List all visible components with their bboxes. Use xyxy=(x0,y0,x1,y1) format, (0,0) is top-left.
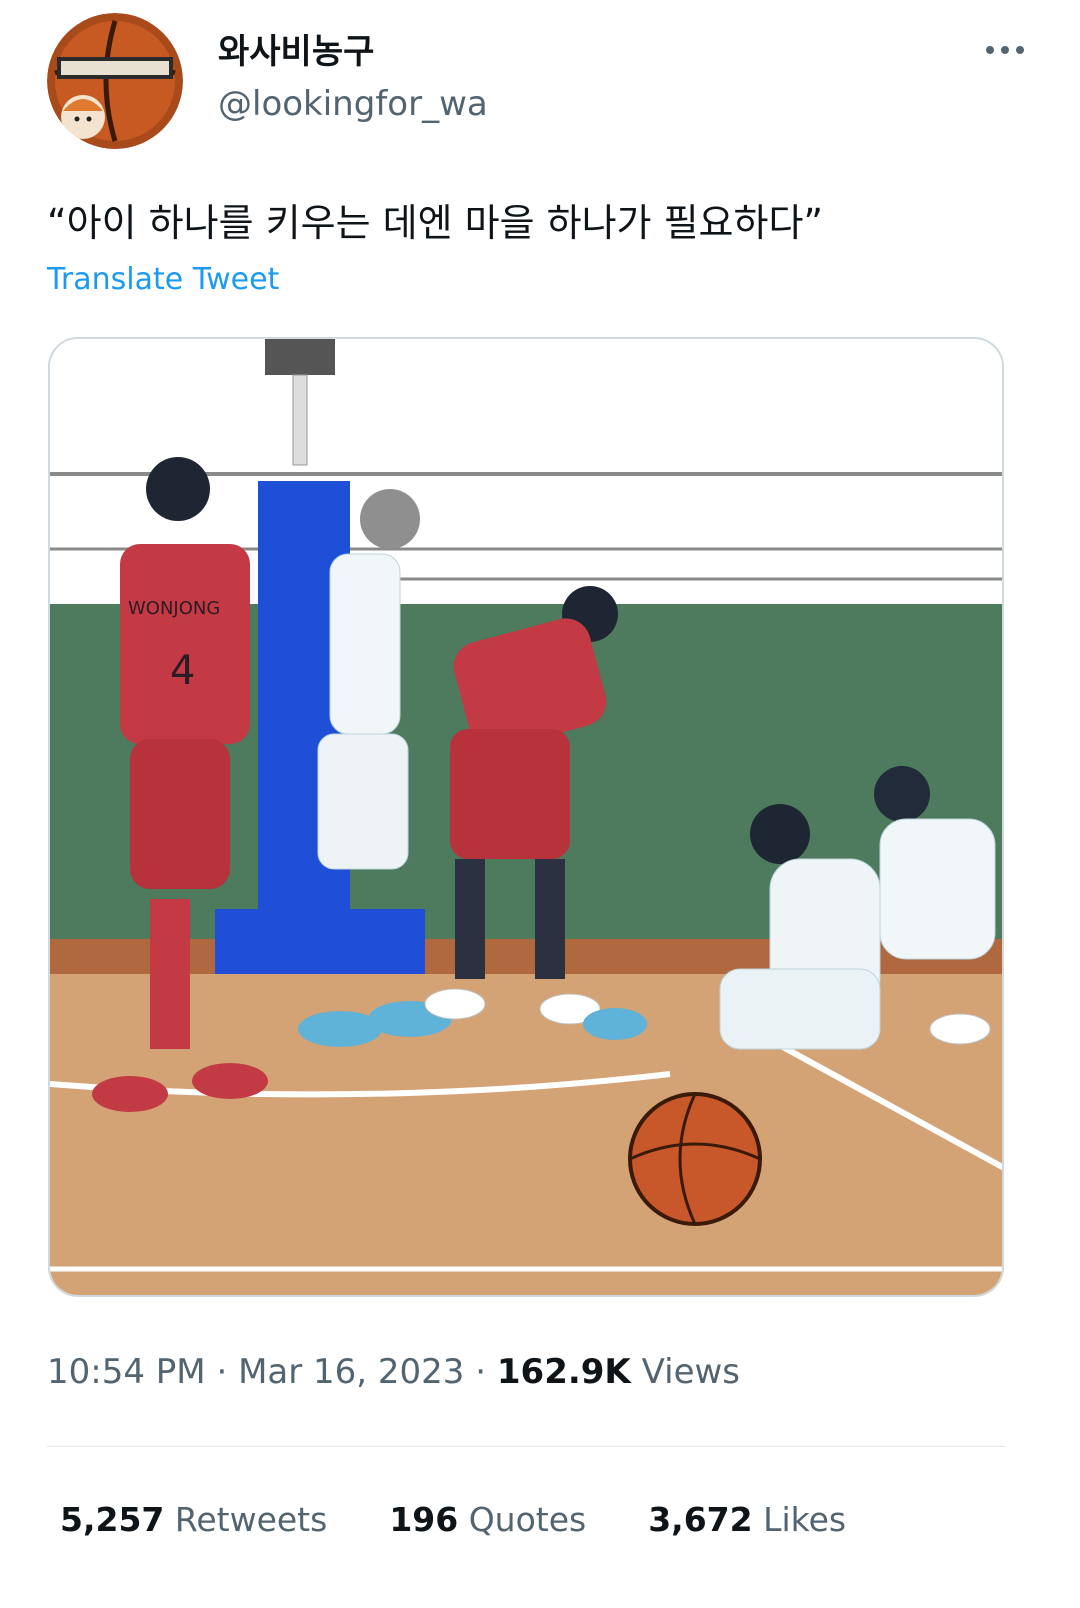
quotes-stat[interactable]: 196 Quotes xyxy=(389,1500,586,1539)
display-name[interactable]: 와사비농구 xyxy=(218,24,374,73)
more-dots-icon[interactable] xyxy=(978,30,1032,70)
user-handle[interactable]: @lookingfor_wa xyxy=(218,84,488,124)
avatar-image xyxy=(47,13,183,149)
meta-separator: · xyxy=(475,1352,487,1392)
manga-panel-image: 4 WONJONG xyxy=(50,339,1002,1295)
quotes-label: Quotes xyxy=(468,1500,587,1539)
tweet-meta: 10:54 PM · Mar 16, 2023 · 162.9K Views xyxy=(47,1352,740,1392)
jersey-text: WONJONG xyxy=(128,598,220,619)
views-label: Views xyxy=(641,1352,741,1392)
tweet-time[interactable]: 10:54 PM xyxy=(47,1352,206,1392)
tweet-stats: 5,257 Retweets 196 Quotes 3,672 Likes xyxy=(60,1500,846,1539)
retweets-count: 5,257 xyxy=(60,1500,165,1539)
jersey-number: 4 xyxy=(170,648,195,694)
tweet-text: “아이 하나를 키우는 데엔 마을 하나가 필요하다” xyxy=(47,201,824,245)
meta-separator: · xyxy=(216,1352,228,1392)
retweets-stat[interactable]: 5,257 Retweets xyxy=(60,1500,327,1539)
divider xyxy=(47,1446,1005,1447)
views-count: 162.9K xyxy=(496,1352,631,1392)
likes-stat[interactable]: 3,672 Likes xyxy=(648,1500,846,1539)
quotes-count: 196 xyxy=(389,1500,459,1539)
likes-label: Likes xyxy=(763,1500,847,1539)
tweet-media[interactable]: 4 WONJONG xyxy=(48,337,1004,1297)
retweets-label: Retweets xyxy=(174,1500,328,1539)
likes-count: 3,672 xyxy=(648,1500,753,1539)
avatar[interactable] xyxy=(47,13,183,149)
tweet-date[interactable]: Mar 16, 2023 xyxy=(238,1352,464,1392)
translate-tweet-link[interactable]: Translate Tweet xyxy=(47,262,279,297)
